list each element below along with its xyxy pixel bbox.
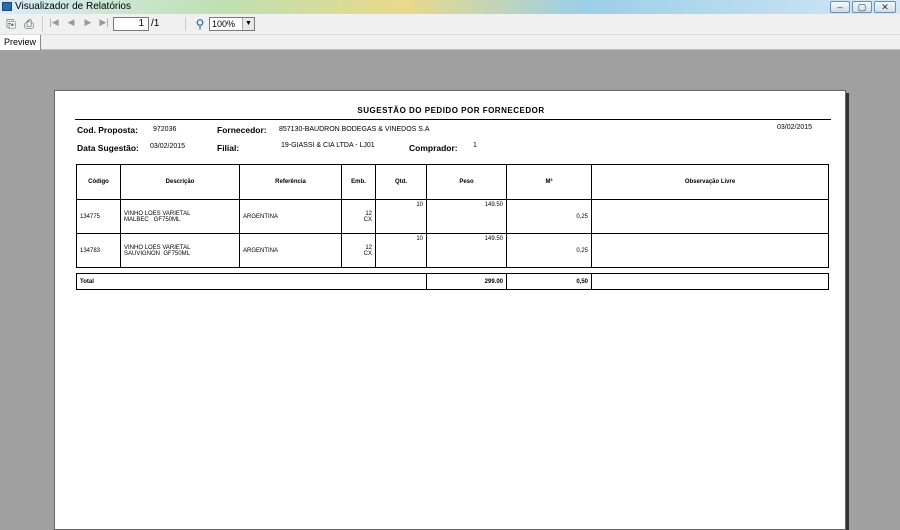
referencia-cell: ARGENTINA [239,233,342,268]
cod-proposta-value: 972036 [153,126,177,133]
codigo-cell: 134783 [76,233,121,268]
items-table: Código Descrição Referência Emb. Qtd. Pe… [76,164,829,268]
print-icon[interactable]: ⎙ [22,17,36,31]
obs-cell [591,233,829,268]
obs-cell [591,199,829,234]
filial-label: Filial: [217,143,240,153]
toolbar-separator [42,17,43,31]
referencia-cell: ARGENTINA [239,199,342,234]
comprador-value: 1 [473,142,477,149]
qtd-cell: 10 [375,199,427,234]
emb-unit: CX [363,216,372,223]
first-page-icon[interactable]: |◀ [49,17,59,28]
toolbar: ⎘ ⎙ |◀ ◀ ▶ ▶| 1 /1 ⚲ 100% ▼ [0,14,900,35]
report-title: SUGESTÃO DO PEDIDO POR FORNECEDOR [357,106,545,115]
data-sugestao-label: Data Sugestão: [77,143,139,153]
last-page-icon[interactable]: ▶| [99,17,109,28]
total-obs [591,273,829,290]
column-header: Peso [426,164,507,200]
totals-table: Total 299.00 0,50 [76,273,829,290]
m3-cell: 0,25 [506,233,592,268]
column-header: Emb. [341,164,376,200]
descricao-cell: VINHO LOES VARIETAL MALBEC GF750ML [120,199,240,234]
column-header: M³ [506,164,592,200]
total-m3: 0,50 [506,273,592,290]
tab-preview[interactable]: Preview [0,35,42,50]
data-sugestao-value: 03/02/2015 [150,143,186,150]
filial-value: 19-GIASSI & CIA LTDA - LJ01 [281,142,375,149]
export-icon[interactable]: ⎘ [4,17,18,31]
close-icon[interactable]: ✕ [874,1,896,13]
app-icon [2,2,12,11]
report-date: 03/02/2015 [777,124,813,131]
emb-unit: CX [363,250,372,257]
qtd-cell: 10 [375,233,427,268]
codigo-cell: 134775 [76,199,121,234]
column-header: Código [76,164,121,200]
column-header: Referência [239,164,342,200]
totals-row: Total 299.00 0,50 [76,273,829,290]
window-titlebar: Visualizador de Relatórios – ▢ ✕ [0,0,900,14]
window-title: Visualizador de Relatórios [15,1,131,12]
descricao-cell: VINHO LOES VARIETAL SAUVIGNON GF750ML [120,233,240,268]
total-label: Total [76,273,427,290]
title-rule [75,119,831,120]
peso-cell: 149.50 [426,199,507,234]
descricao-line: SAUVIGNON GF750ML [124,250,191,257]
column-header: Descrição [120,164,240,200]
emb-cell: 12 CX [341,233,376,268]
m3-cell: 0,25 [506,199,592,234]
total-peso: 299.00 [426,273,507,290]
fornecedor-label: Fornecedor: [217,125,267,135]
chevron-down-icon[interactable]: ▼ [242,18,254,30]
table-row: 134775 VINHO LOES VARIETAL MALBEC GF750M… [76,199,829,234]
toolbar-separator [185,17,186,31]
emb-cell: 12 CX [341,199,376,234]
zoom-value: 100% [212,19,236,29]
tab-bar: Preview [0,35,900,50]
descricao-line: MALBEC GF750ML [124,216,181,223]
zoom-select[interactable]: 100% ▼ [209,17,255,31]
prev-page-icon[interactable]: ◀ [66,17,76,28]
minimize-icon[interactable]: – [830,1,850,13]
column-header: Observação Livre [591,164,829,200]
table-row: 134783 VINHO LOES VARIETAL SAUVIGNON GF7… [76,233,829,268]
column-header: Qtd. [375,164,427,200]
report-page: SUGESTÃO DO PEDIDO POR FORNECEDOR Cod. P… [54,90,846,530]
next-page-icon[interactable]: ▶ [83,17,93,28]
maximize-icon[interactable]: ▢ [852,1,872,13]
comprador-label: Comprador: [409,143,458,153]
binoculars-icon[interactable]: ⚲ [193,17,207,31]
page-number-input[interactable]: 1 [113,17,149,31]
cod-proposta-label: Cod. Proposta: [77,125,138,135]
page-total: /1 [151,18,160,29]
table-header-row: Código Descrição Referência Emb. Qtd. Pe… [76,164,829,200]
peso-cell: 149.50 [426,233,507,268]
fornecedor-value: 857130-BAUDRON BODEGAS & VINEDOS S.A [279,126,430,133]
